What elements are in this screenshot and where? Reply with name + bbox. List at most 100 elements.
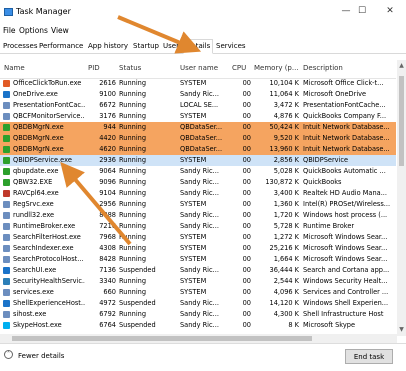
process-status: Running [119, 178, 147, 186]
hscroll-thumb[interactable] [12, 336, 312, 341]
close-button[interactable]: ✕ [384, 6, 396, 17]
table-row[interactable]: RAVCpl64.exe 9104 Running Sandy Ric... 00 3,4… [0, 188, 396, 199]
process-name: PresentationFontCac... [13, 101, 85, 109]
table-row[interactable]: QBCFMonitorService... 3176 Running SYSTEM 00… [0, 111, 396, 122]
horizontal-scrollbar[interactable] [0, 334, 397, 343]
scroll-thumb[interactable] [399, 76, 404, 166]
process-name: SearchProtocolHost... [13, 255, 84, 263]
footer: ˄ Fewer details End task [0, 343, 406, 371]
process-memory: 36,444 K [269, 266, 300, 274]
process-cpu: 00 [242, 266, 251, 274]
scroll-up-icon[interactable]: ▲ [398, 62, 405, 69]
process-cpu: 00 [242, 167, 251, 175]
table-row[interactable]: rundll32.exe 8888 Running Sandy Ric... 00 1,7… [0, 210, 396, 221]
fewer-details-link[interactable]: Fewer details [18, 352, 64, 360]
process-status: Suspended [119, 299, 156, 307]
col-memory[interactable]: Memory (p... [254, 64, 299, 72]
process-cpu: 00 [242, 79, 251, 87]
table-row[interactable]: qbupdate.exe 9064 Running Sandy Ric... 00 5,0… [0, 166, 396, 177]
process-user: Sandy Ric... [180, 167, 219, 175]
table-row[interactable]: SearchIndexer.exe 4308 Running SYSTEM 00 25,2… [0, 243, 396, 254]
process-memory: 4,096 K [273, 288, 299, 296]
table-row[interactable]: SearchFilterHost.exe 7968 Running SYSTEM 00 1… [0, 232, 396, 243]
process-user: Sandy Ric... [180, 222, 219, 230]
process-icon [3, 212, 10, 219]
table-row[interactable]: services.exe 660 Running SYSTEM 00 4,096 K Ser… [0, 287, 396, 298]
maximize-button[interactable]: ☐ [356, 6, 368, 17]
process-status: Running [119, 211, 147, 219]
tab-processes[interactable]: Processes [1, 40, 40, 52]
process-user: SYSTEM [180, 288, 207, 296]
process-icon [3, 278, 10, 285]
menu-options[interactable]: Options [19, 26, 48, 35]
process-name: ShellExperienceHost... [13, 299, 85, 307]
table-row[interactable]: OneDrive.exe 9100 Running Sandy Ric... 00 11,… [0, 89, 396, 100]
process-user: Sandy Ric... [180, 321, 219, 329]
table-row[interactable]: QBDBMgrN.exe 4420 Running QBDataSer... 00 9,5… [0, 133, 396, 144]
table-row[interactable]: SearchProtocolHost... 8428 Running SYSTEM 00… [0, 254, 396, 265]
tab-details[interactable]: Details [183, 39, 214, 54]
process-name: QBDBMgrN.exe [13, 123, 64, 131]
process-icon [3, 256, 10, 263]
process-memory: 1,360 K [273, 200, 299, 208]
tab-app-history[interactable]: App history [86, 40, 130, 52]
table-row[interactable]: SkypeHost.exe 6764 Suspended Sandy Ric... 00… [0, 320, 396, 331]
col-name[interactable]: Name [4, 64, 25, 72]
table-row[interactable]: ShellExperienceHost... 4972 Suspended Sandy… [0, 298, 396, 309]
table-row[interactable]: RegSrvc.exe 2956 Running SYSTEM 00 1,360 K Int… [0, 199, 396, 210]
process-description: Windows host process (... [303, 211, 388, 219]
end-task-button[interactable]: End task [345, 349, 393, 364]
process-memory: 10,104 K [269, 79, 300, 87]
process-pid: 944 [103, 123, 116, 131]
table-row[interactable]: QBW32.EXE 9096 Running Sandy Ric... 00 130,87… [0, 177, 396, 188]
process-status: Running [119, 123, 147, 131]
tab-performance[interactable]: Performance [37, 40, 85, 52]
process-memory: 2,544 K [273, 277, 299, 285]
col-user-name[interactable]: User name [180, 64, 218, 72]
col-pid[interactable]: PID [88, 64, 100, 72]
process-pid: 9064 [99, 167, 116, 175]
process-description: Microsoft OneDrive [303, 90, 367, 98]
process-name: SearchFilterHost.exe [13, 233, 81, 241]
menu-view[interactable]: View [51, 26, 69, 35]
process-memory: 4,876 K [273, 112, 299, 120]
process-pid: 6792 [99, 310, 116, 318]
table-row[interactable]: RuntimeBroker.exe 7216 Running Sandy Ric...… [0, 221, 396, 232]
table-row[interactable]: sihost.exe 6792 Running Sandy Ric... 00 4,300… [0, 309, 396, 320]
minimize-button[interactable]: — [340, 6, 352, 17]
col-description[interactable]: Description [303, 64, 343, 72]
col-status[interactable]: Status [119, 64, 141, 72]
tab-strip: Processes Performance App history Startu… [0, 38, 406, 54]
process-status: Running [119, 200, 147, 208]
process-cpu: 00 [242, 310, 251, 318]
table-row[interactable]: PresentationFontCac... 6672 Running LOCAL S… [0, 100, 396, 111]
col-cpu[interactable]: CPU [232, 64, 246, 72]
vertical-scrollbar[interactable]: ▲ ▼ [397, 60, 406, 336]
process-user: SYSTEM [180, 79, 207, 87]
process-user: Sandy Ric... [180, 189, 219, 197]
process-icon [3, 300, 10, 307]
process-pid: 3176 [99, 112, 116, 120]
process-pid: 8888 [99, 211, 116, 219]
tab-services[interactable]: Services [214, 40, 248, 52]
table-row[interactable]: QBDBMgrN.exe 944 Running QBDataSer... 00 50,4… [0, 122, 396, 133]
table-row[interactable]: SearchUI.exe 7136 Suspended Sandy Ric... 00 3… [0, 265, 396, 276]
tab-startup[interactable]: Startup [131, 40, 161, 52]
process-cpu: 00 [242, 90, 251, 98]
chevron-up-icon[interactable]: ˄ [4, 350, 13, 359]
tab-users[interactable]: Users [161, 40, 185, 52]
process-memory: 130,872 K [265, 178, 299, 186]
process-name: RuntimeBroker.exe [13, 222, 76, 230]
process-description: Intuit Network Database... [303, 123, 390, 131]
process-icon [3, 135, 10, 142]
table-row[interactable]: QBDBMgrN.exe 4620 Running QBDataSer... 00 13,… [0, 144, 396, 155]
table-row[interactable]: QBIDPService.exe 2936 Running SYSTEM 00 2,856… [0, 155, 396, 166]
process-pid: 6764 [99, 321, 116, 329]
table-row[interactable]: SecurityHealthServic... 3340 Running SYSTEM… [0, 276, 396, 287]
process-user: SYSTEM [180, 112, 207, 120]
scroll-down-icon[interactable]: ▼ [398, 326, 405, 333]
process-status: Running [119, 244, 147, 252]
process-memory: 1,720 K [273, 211, 299, 219]
menu-file[interactable]: File [3, 26, 16, 35]
table-row[interactable]: OfficeClickToRun.exe 2616 Running SYSTEM 00 1… [0, 78, 396, 89]
